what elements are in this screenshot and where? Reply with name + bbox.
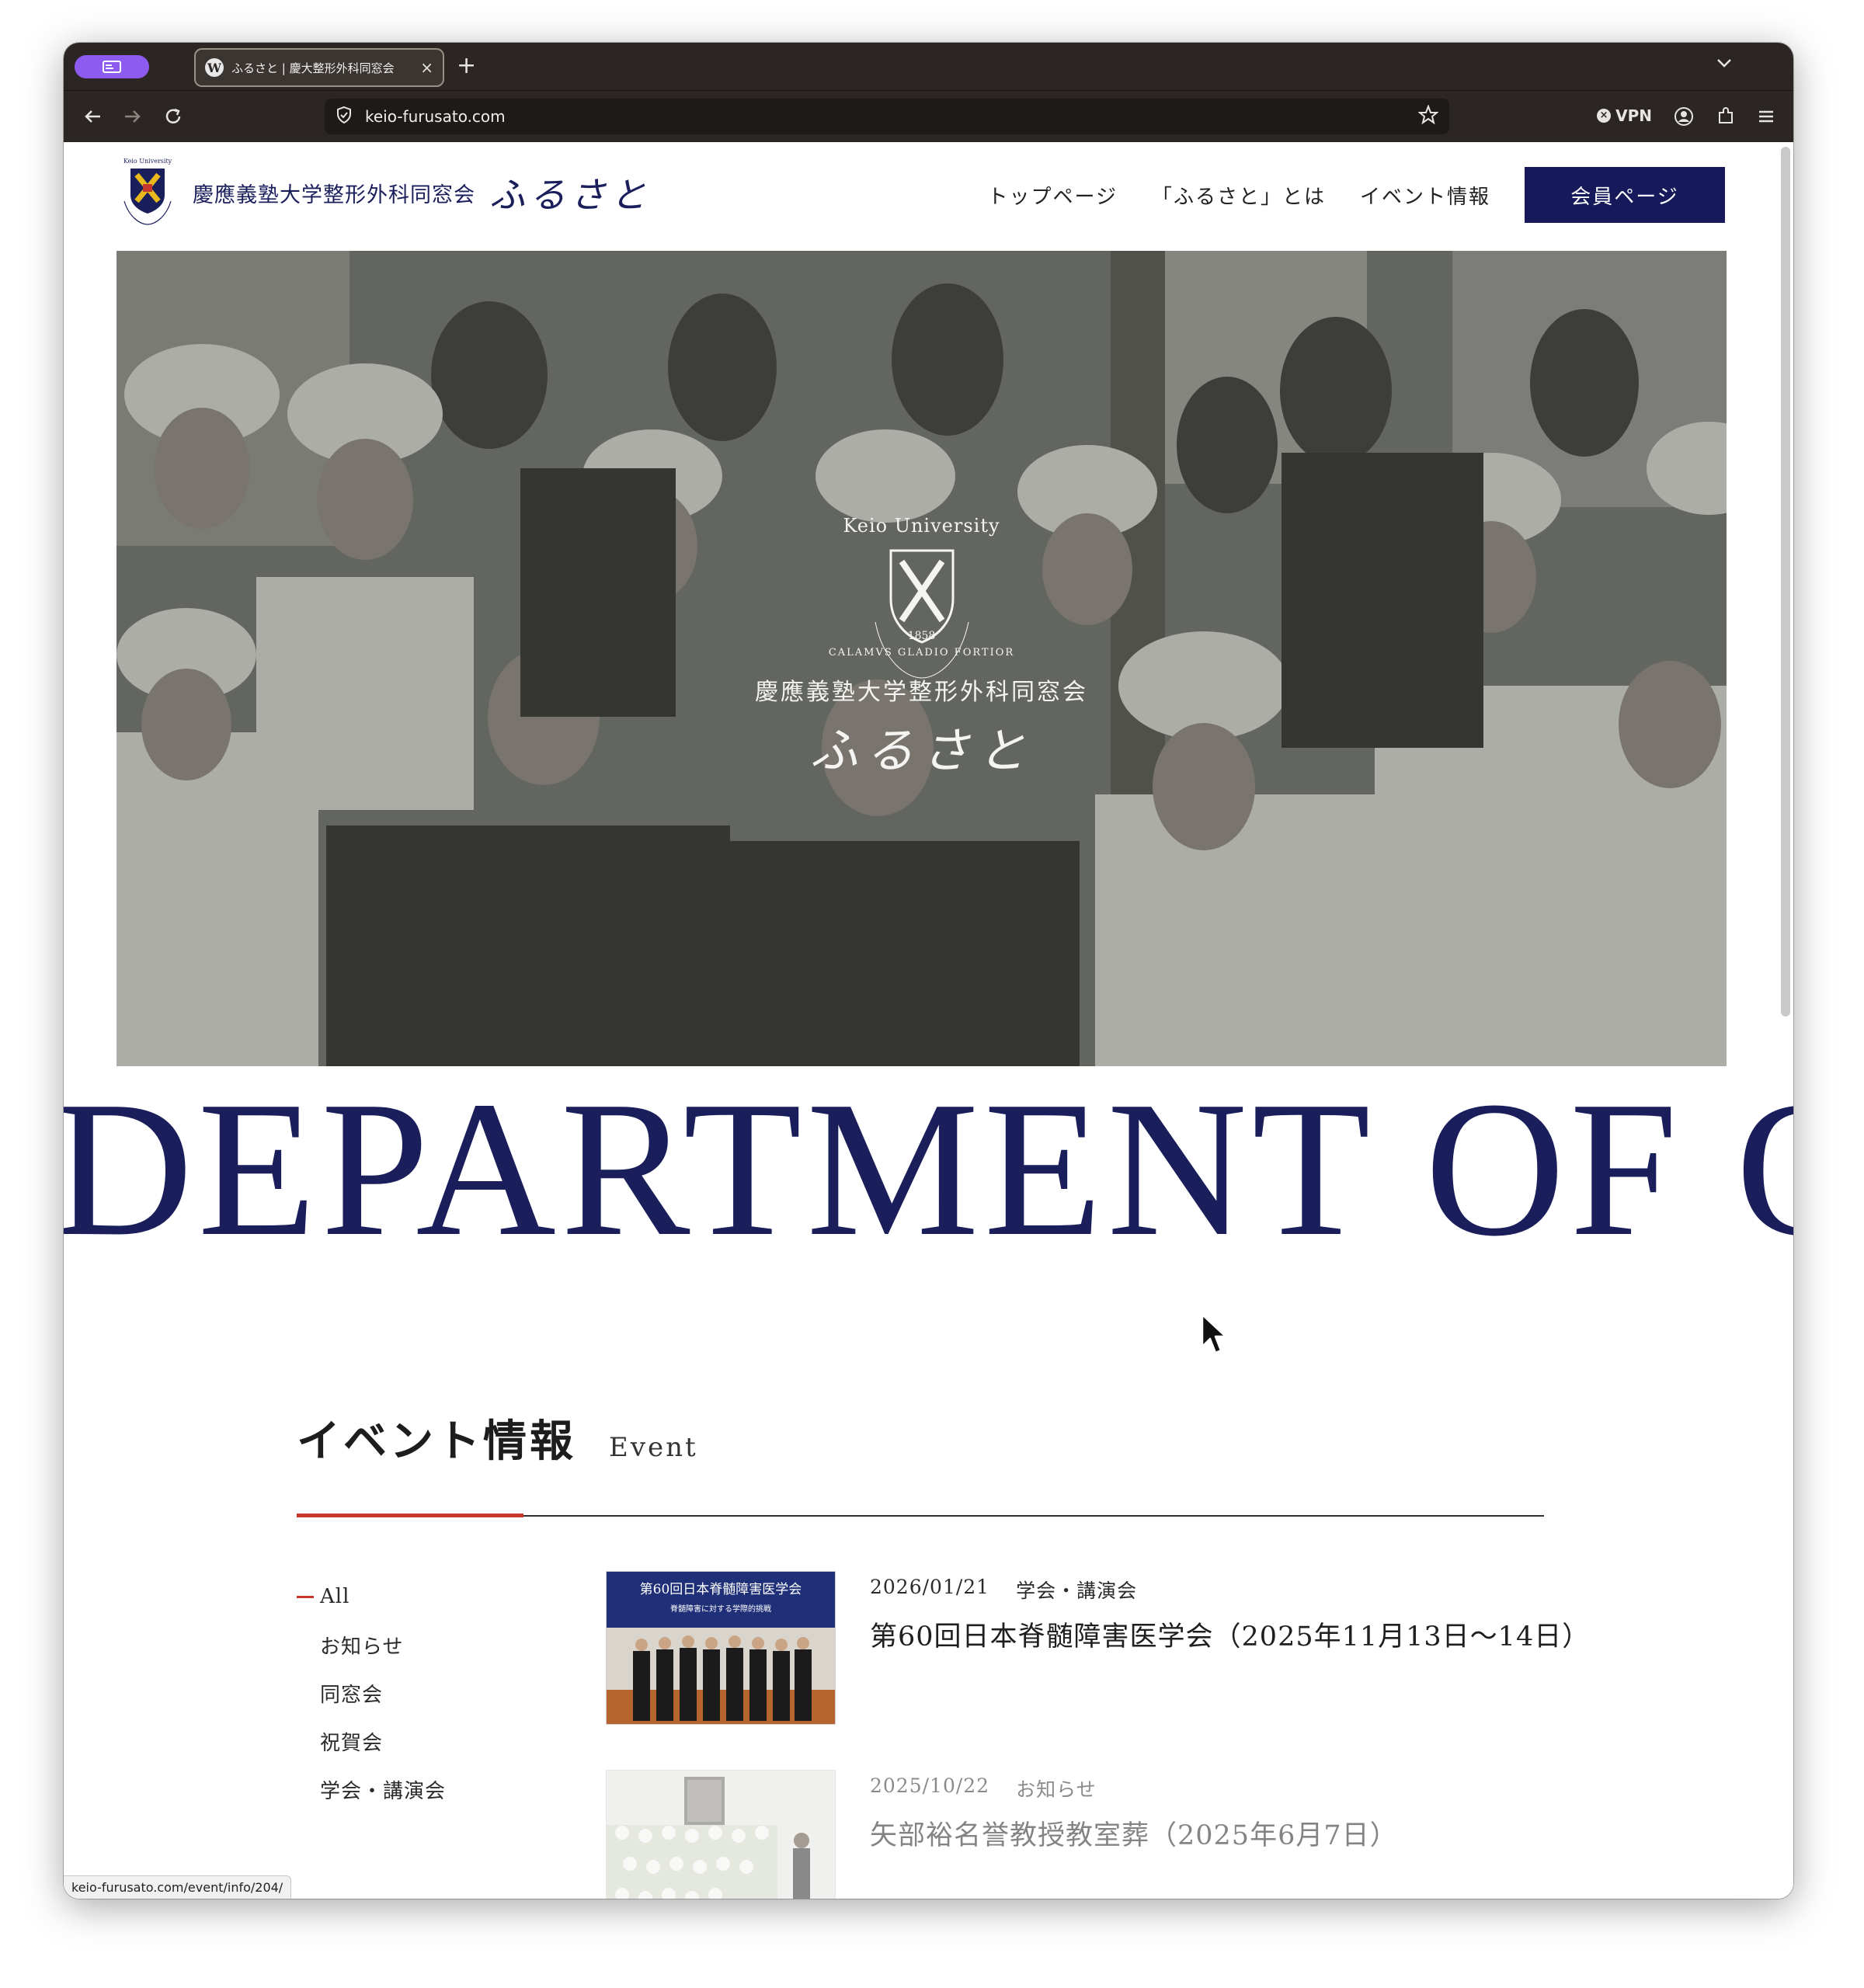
page-scrollbar[interactable]	[1781, 147, 1790, 1017]
window-icon	[103, 61, 121, 73]
crest-univ: Keio University	[123, 158, 172, 165]
event-meta: 2026/01/21 学会・講演会	[870, 1576, 1590, 1604]
event-item[interactable]: 2025/10/22 お知らせ 矢部裕名誉教授教室葬（2025年6月7日）	[606, 1770, 1553, 1899]
keio-crest-icon: Keio University	[116, 158, 179, 228]
hero-script: ふるさと	[809, 722, 1034, 779]
events-heading: イベント情報 Event	[297, 1406, 698, 1469]
nav-about[interactable]: 「ふるさと」とは	[1152, 181, 1326, 210]
thumb-flowers	[607, 1825, 810, 1899]
category-alumni[interactable]: 同窓会	[297, 1669, 446, 1717]
hero-motto: CALAMVS GLADIO FORTIOR	[828, 647, 1015, 659]
extensions-icon[interactable]	[1713, 103, 1739, 130]
category-filter: All お知らせ 同窓会 祝賀会 学会・講演会	[297, 1573, 446, 1813]
logo-text: 慶應義塾大学整形外科同窓会	[193, 182, 475, 207]
reload-icon[interactable]	[160, 103, 186, 130]
vpn-button[interactable]: × VPN	[1597, 106, 1652, 125]
tab-bar: W ふるさと | 慶大整形外科同窓会 × +	[64, 43, 1793, 91]
event-title[interactable]: 矢部裕名誉教授教室葬（2025年6月7日）	[870, 1813, 1398, 1853]
department-marquee: DEPARTMENT OF O	[64, 1062, 1793, 1277]
shield-icon[interactable]	[336, 106, 353, 127]
event-title[interactable]: 第60回日本脊髄障害医学会（2025年11月13日〜14日）	[870, 1614, 1590, 1654]
event-date: 2025/10/22	[870, 1774, 990, 1797]
account-icon[interactable]	[1671, 103, 1697, 130]
hero-emblem: Keio University 1858 CALAMVS GLADIO FORT…	[116, 515, 1727, 781]
event-meta: 2025/10/22 お知らせ	[870, 1774, 1398, 1802]
event-thumbnail[interactable]	[606, 1770, 836, 1899]
page-viewport: Keio University 慶應義塾大学整形外科同窓会 ふるさと トップペー…	[64, 142, 1793, 1899]
category-news[interactable]: お知らせ	[297, 1621, 446, 1669]
browser-window: W ふるさと | 慶大整形外科同窓会 × + keio-furusato.com	[64, 43, 1793, 1899]
events-subtitle: Event	[609, 1432, 698, 1463]
category-conference[interactable]: 学会・講演会	[297, 1765, 446, 1813]
event-body: 2026/01/21 学会・講演会 第60回日本脊髄障害医学会（2025年11月…	[870, 1571, 1590, 1726]
hero-title: 慶應義塾大学整形外科同窓会	[755, 679, 1088, 706]
category-celebration[interactable]: 祝賀会	[297, 1717, 446, 1765]
nav-top-page[interactable]: トップページ	[987, 181, 1117, 210]
tab-title: ふるさと | 慶大整形外科同窓会	[231, 61, 395, 75]
thumb-people	[633, 1635, 812, 1721]
site-header: Keio University 慶應義塾大学整形外科同窓会 ふるさと トップペー…	[64, 142, 1793, 251]
event-thumbnail[interactable]: 第60回日本脊髄障害医学会 脊髄障害に対する学際的挑戦	[606, 1571, 836, 1725]
member-page-button[interactable]: 会員ページ	[1525, 167, 1725, 223]
events-divider-accent	[297, 1514, 523, 1517]
active-marker	[297, 1595, 314, 1598]
hero-image: Keio University 1858 CALAMVS GLADIO FORT…	[116, 251, 1727, 1066]
hero-year: 1858	[907, 630, 936, 642]
wordpress-icon: W	[205, 58, 224, 77]
nav-events[interactable]: イベント情報	[1360, 181, 1490, 210]
event-item[interactable]: 第60回日本脊髄障害医学会 脊髄障害に対する学際的挑戦 2026/01/21 学…	[606, 1571, 1589, 1726]
event-category[interactable]: 学会・講演会	[1016, 1576, 1137, 1604]
profile-pill[interactable]	[75, 55, 149, 78]
vpn-status-icon: ×	[1597, 109, 1612, 123]
mouse-cursor-icon	[1200, 1312, 1228, 1359]
events-title: イベント情報	[297, 1416, 576, 1467]
forward-arrow-icon[interactable]	[120, 103, 146, 130]
url-text[interactable]: keio-furusato.com	[365, 107, 1406, 126]
status-bar-url: keio-furusato.com/event/info/204/	[64, 1875, 292, 1899]
logo-script: ふるさと	[489, 174, 651, 216]
category-all[interactable]: All	[297, 1573, 446, 1621]
site-nav: トップページ 「ふるさと」とは イベント情報 会員ページ	[987, 167, 1725, 223]
star-icon[interactable]	[1417, 104, 1439, 128]
close-tab-icon[interactable]: ×	[420, 58, 433, 77]
menu-icon[interactable]	[1753, 103, 1779, 130]
thumb-banner: 第60回日本脊髄障害医学会 脊髄障害に対する学際的挑戦	[607, 1572, 835, 1628]
navigation-bar: keio-furusato.com × VPN	[64, 91, 1793, 142]
event-category[interactable]: お知らせ	[1016, 1774, 1097, 1802]
vpn-label: VPN	[1615, 106, 1652, 125]
chevron-down-icon[interactable]	[1716, 57, 1733, 71]
active-tab[interactable]: W ふるさと | 慶大整形外科同窓会 ×	[194, 48, 444, 87]
back-arrow-icon[interactable]	[79, 103, 106, 130]
event-date: 2026/01/21	[870, 1576, 990, 1598]
hero-univ: Keio University	[843, 515, 1000, 537]
keio-shield-icon	[875, 549, 969, 679]
address-bar[interactable]: keio-furusato.com	[325, 99, 1449, 134]
site-logo[interactable]: Keio University 慶應義塾大学整形外科同窓会 ふるさと	[116, 158, 651, 228]
event-body: 2025/10/22 お知らせ 矢部裕名誉教授教室葬（2025年6月7日）	[870, 1770, 1398, 1899]
new-tab-button[interactable]: +	[457, 52, 476, 80]
